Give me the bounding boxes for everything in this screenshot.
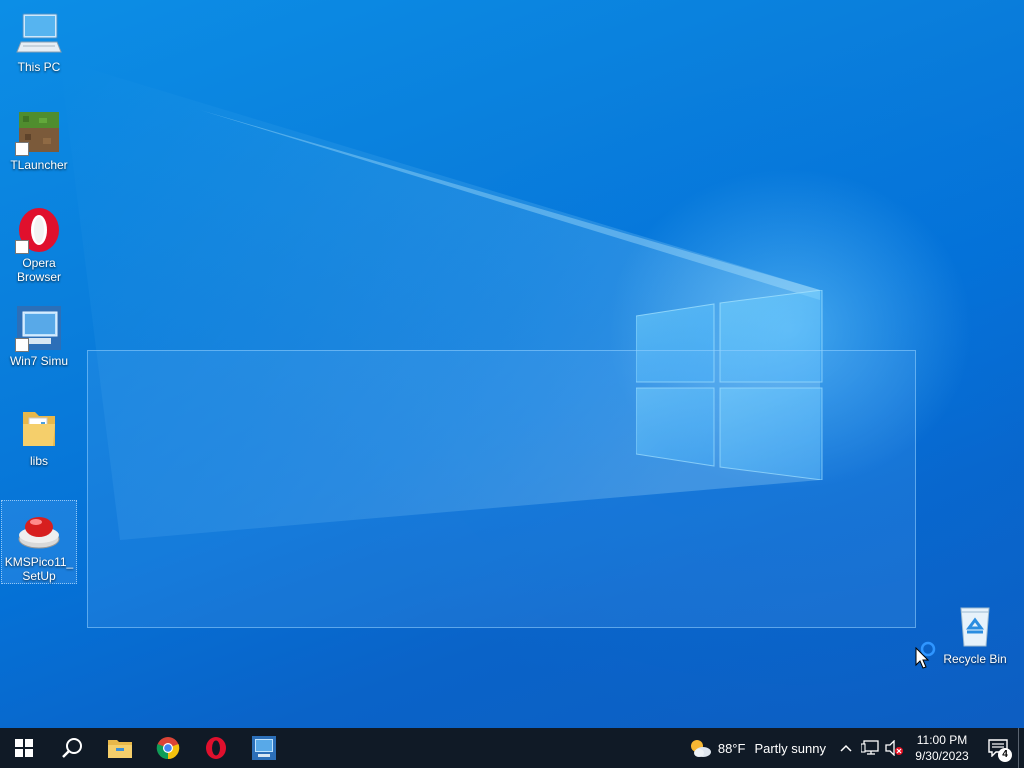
desktop-icon-kmspico[interactable]: KMSPico11_SetUp bbox=[1, 500, 77, 584]
opera-button[interactable] bbox=[192, 728, 240, 768]
desktop-icon-label: libs bbox=[29, 454, 48, 468]
desktop-icon-win7-simu[interactable]: Win7 Simu bbox=[1, 304, 77, 368]
network-button[interactable] bbox=[858, 728, 882, 768]
desktop-icon-label: Recycle Bin bbox=[943, 652, 1007, 666]
chevron-up-icon bbox=[840, 744, 852, 752]
action-center-button[interactable]: 4 bbox=[978, 728, 1018, 768]
desktop-icon-label: KMSPico11_SetUp bbox=[4, 555, 74, 583]
search-icon bbox=[62, 738, 82, 758]
folder-icon bbox=[15, 404, 63, 452]
selection-rectangle bbox=[87, 350, 916, 628]
clock-button[interactable]: 11:00 PM 9/30/2023 bbox=[906, 732, 978, 764]
weather-condition: Partly sunny bbox=[754, 740, 826, 756]
network-icon bbox=[861, 740, 879, 755]
recycle-bin-icon bbox=[951, 602, 999, 650]
clock-time: 11:00 PM bbox=[916, 733, 968, 747]
desktop-icon-this-pc[interactable]: This PC bbox=[1, 10, 77, 74]
shortcut-arrow-icon bbox=[15, 240, 29, 254]
desktop-icon-label: TLauncher bbox=[10, 158, 68, 172]
partly-sunny-icon bbox=[690, 740, 711, 757]
file-explorer-button[interactable] bbox=[96, 728, 144, 768]
desktop-icon-recycle-bin[interactable]: Recycle Bin bbox=[937, 602, 1013, 666]
show-desktop-button[interactable] bbox=[1018, 728, 1024, 768]
system-tray: 88°F Partly sunny 11:00 PM 9/30/2023 4 bbox=[680, 728, 1024, 768]
desktop-icon-tlauncher[interactable]: TLauncher bbox=[1, 108, 77, 172]
opera-icon bbox=[206, 737, 226, 759]
red-button-icon bbox=[15, 505, 63, 553]
taskbar: 88°F Partly sunny 11:00 PM 9/30/2023 4 bbox=[0, 728, 1024, 768]
start-button[interactable] bbox=[0, 728, 48, 768]
desktop-icon-label: Win7 Simu bbox=[9, 354, 68, 368]
volume-button[interactable] bbox=[882, 728, 906, 768]
notification-count-badge: 4 bbox=[998, 748, 1012, 762]
volume-muted-icon bbox=[885, 740, 903, 756]
windows-icon bbox=[15, 739, 33, 757]
search-button[interactable] bbox=[48, 728, 96, 768]
desktop-icon-opera-browser[interactable]: Opera Browser bbox=[1, 206, 77, 284]
win7-simu-icon bbox=[252, 736, 276, 760]
shortcut-arrow-icon bbox=[15, 338, 29, 352]
chrome-icon bbox=[156, 737, 180, 760]
show-hidden-icons-button[interactable] bbox=[834, 728, 858, 768]
folder-icon bbox=[108, 740, 132, 758]
desktop-icon-label: Opera Browser bbox=[16, 256, 61, 284]
win7-simu-button[interactable] bbox=[240, 728, 288, 768]
desktop[interactable]: This PC TLauncher Opera Browser Win7 Sim… bbox=[0, 0, 1024, 728]
desktop-icon-libs[interactable]: libs bbox=[1, 404, 77, 468]
weather-temperature: 88°F bbox=[717, 740, 746, 756]
clock-date: 9/30/2023 bbox=[915, 749, 969, 763]
loading-ring-icon bbox=[920, 641, 936, 657]
win7-simu-icon bbox=[15, 304, 63, 352]
computer-icon bbox=[15, 10, 63, 58]
weather-widget[interactable]: 88°F Partly sunny bbox=[680, 728, 834, 768]
chrome-button[interactable] bbox=[144, 728, 192, 768]
shortcut-arrow-icon bbox=[15, 142, 29, 156]
desktop-icon-label: This PC bbox=[17, 60, 61, 74]
opera-icon bbox=[15, 206, 63, 254]
grass-block-icon bbox=[15, 108, 63, 156]
